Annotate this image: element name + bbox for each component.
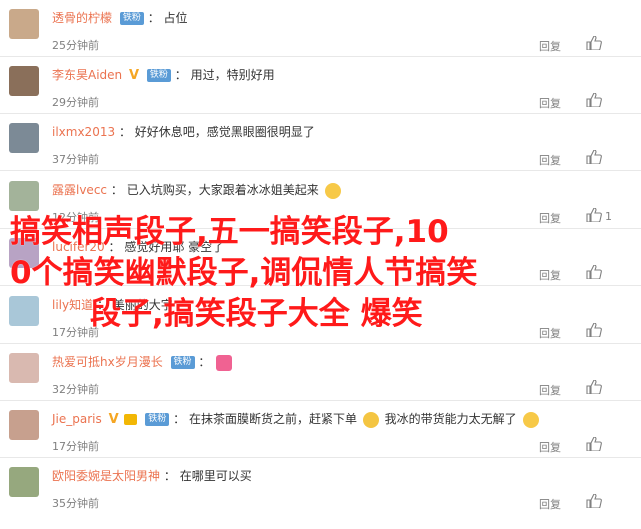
reply-button[interactable]: 回复 <box>539 267 561 283</box>
username[interactable]: 李东昊Aiden <box>52 68 122 82</box>
colon: ： <box>198 355 211 369</box>
thumbs-up-icon[interactable] <box>586 36 602 50</box>
comment-row: 透骨的柠檬 铁粉 ： 占位 25分钟前 回复 <box>0 0 641 57</box>
colon: ： <box>110 183 123 197</box>
thumbs-up-icon[interactable] <box>586 150 602 164</box>
avatar[interactable] <box>9 410 39 440</box>
comment-row: lily知道 ： 美丽的大字 17分钟前 回复 <box>0 287 641 344</box>
comment-row: lucifer20 ： 感觉好用耶 豪空了 回复 <box>0 229 641 286</box>
avatar[interactable] <box>9 467 39 497</box>
colon: ： <box>174 68 187 82</box>
cat-emoji-icon <box>362 411 379 428</box>
comment-text-2: 我冰的带货能力太无解了 <box>384 412 517 426</box>
colon: ： <box>108 240 121 254</box>
username[interactable]: 欧阳委婉是太阳男神 <box>52 469 160 483</box>
timestamp: 17分钟前 <box>52 440 99 453</box>
avatar[interactable] <box>9 66 39 96</box>
thumbs-up-icon[interactable] <box>586 93 602 107</box>
avatar[interactable] <box>9 353 39 383</box>
colon: ： <box>173 412 186 426</box>
wink-emoji-icon <box>522 411 539 428</box>
username[interactable]: ilxmx2013 <box>52 125 115 139</box>
avatar[interactable] <box>9 296 39 326</box>
grin-emoji-icon <box>324 182 341 199</box>
username[interactable]: lucifer20 <box>52 240 105 254</box>
comment-text: 已入坑购买，大家跟着冰冰姐美起来 <box>126 183 319 197</box>
colon: ： <box>96 298 109 312</box>
comment-row: 露露lvecc ： 已入坑购买，大家跟着冰冰姐美起来 12分钟前 回复 1 <box>0 172 641 229</box>
reply-button[interactable]: 回复 <box>539 496 561 512</box>
username[interactable]: Jie_paris <box>52 412 102 426</box>
colon: ： <box>147 11 160 25</box>
comment-text: 在哪里可以买 <box>179 469 252 483</box>
heart-emoji-icon <box>216 354 233 371</box>
timestamp: 25分钟前 <box>52 39 99 52</box>
fan-badge: 铁粉 <box>145 413 170 426</box>
fan-badge: 铁粉 <box>146 69 171 82</box>
avatar[interactable] <box>9 123 39 153</box>
reply-button[interactable]: 回复 <box>539 210 561 226</box>
username[interactable]: 热爱可抵hx岁月漫长 <box>52 355 163 369</box>
avatar[interactable] <box>9 9 39 39</box>
comment-row: 热爱可抵hx岁月漫长 铁粉 ： 32分钟前 回复 <box>0 344 641 401</box>
thumbs-up-icon[interactable] <box>586 265 602 279</box>
thumbs-up-icon[interactable] <box>586 494 602 508</box>
colon: ： <box>118 125 131 139</box>
comment-row: 欧阳委婉是太阳男神 ： 在哪里可以买 35分钟前 回复 <box>0 458 641 515</box>
username[interactable]: 透骨的柠檬 <box>52 11 112 25</box>
reply-button[interactable]: 回复 <box>539 95 561 111</box>
comment-text: 占位 <box>163 11 188 25</box>
username[interactable]: 露露lvecc <box>52 183 107 197</box>
timestamp: 35分钟前 <box>52 497 99 510</box>
reply-button[interactable]: 回复 <box>539 152 561 168</box>
fan-badge: 铁粉 <box>119 12 144 25</box>
fan-badge: 铁粉 <box>170 356 195 369</box>
comment-text: 好好休息吧，感觉黑眼圈很明显了 <box>134 125 315 139</box>
timestamp: 32分钟前 <box>52 383 99 396</box>
comment-text: 在抹茶面膜断货之前，赶紧下单 <box>188 412 357 426</box>
comment-text: 美丽的大字 <box>112 298 173 312</box>
reply-button[interactable]: 回复 <box>539 38 561 54</box>
comment-row: Jie_paris V 铁粉 ： 在抹茶面膜断货之前，赶紧下单 我冰的带货能力太… <box>0 401 641 458</box>
reply-button[interactable]: 回复 <box>539 439 561 455</box>
avatar[interactable] <box>9 238 39 268</box>
verified-icon: V <box>128 67 140 83</box>
comment-text: 用过，特别好用 <box>190 68 275 82</box>
avatar[interactable] <box>9 181 39 211</box>
comment-list: 透骨的柠檬 铁粉 ： 占位 25分钟前 回复 李东昊Aiden V 铁粉 ： 用… <box>0 0 641 529</box>
thumbs-up-icon[interactable] <box>586 208 602 222</box>
comment-row: ilxmx2013 ： 好好休息吧，感觉黑眼圈很明显了 37分钟前 回复 <box>0 114 641 171</box>
timestamp: 29分钟前 <box>52 96 99 109</box>
timestamp: 17分钟前 <box>52 326 99 339</box>
thumbs-up-icon[interactable] <box>586 437 602 451</box>
crown-icon <box>124 414 138 425</box>
like-count: 1 <box>605 210 612 223</box>
reply-button[interactable]: 回复 <box>539 325 561 341</box>
timestamp: 12分钟前 <box>52 211 99 224</box>
verified-icon: V <box>108 411 119 427</box>
colon: ： <box>163 469 176 483</box>
reply-button[interactable]: 回复 <box>539 382 561 398</box>
comment-text: 感觉好用耶 豪空了 <box>124 240 225 254</box>
username[interactable]: lily知道 <box>52 298 93 312</box>
timestamp: 37分钟前 <box>52 153 99 166</box>
thumbs-up-icon[interactable] <box>586 380 602 394</box>
thumbs-up-icon[interactable] <box>586 323 602 337</box>
comment-row: 李东昊Aiden V 铁粉 ： 用过，特别好用 29分钟前 回复 <box>0 57 641 114</box>
